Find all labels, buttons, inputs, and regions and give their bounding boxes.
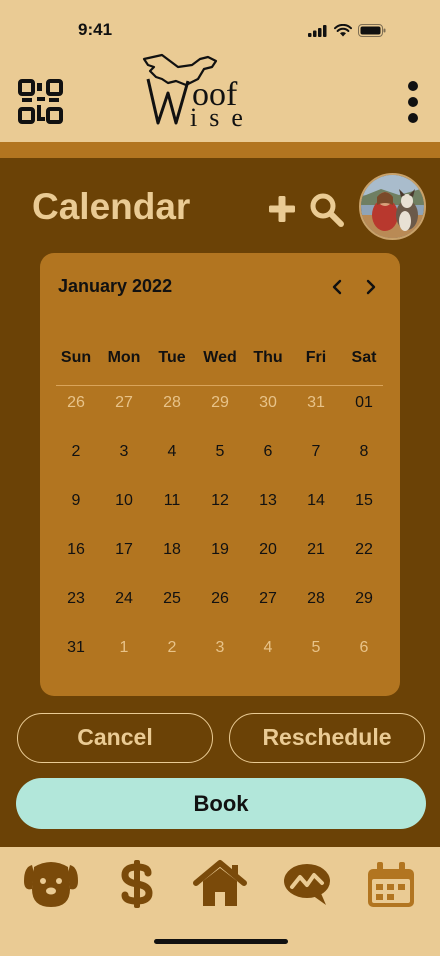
calendar-day[interactable]: 2 xyxy=(52,434,100,470)
status-time: 9:41 xyxy=(78,20,113,39)
page-title: Calendar xyxy=(32,186,191,227)
logo-text-ise: ise xyxy=(190,103,255,131)
calendar-day[interactable]: 3 xyxy=(100,434,148,470)
calendar-day-other-month[interactable]: 31 xyxy=(292,385,340,421)
calendar-day[interactable]: 14 xyxy=(292,483,340,519)
weekday-label: Tue xyxy=(158,349,186,366)
reschedule-button[interactable]: Reschedule xyxy=(229,713,425,763)
month-label: January 2022 xyxy=(58,276,173,296)
weekday-label: Fri xyxy=(305,349,327,366)
calendar-day[interactable]: 17 xyxy=(100,532,148,568)
weekday-label: Mon xyxy=(107,349,141,366)
calendar-day[interactable]: 21 xyxy=(292,532,340,568)
calendar-day[interactable]: 25 xyxy=(148,581,196,617)
weekday-label: Sun xyxy=(60,349,92,366)
calendar-day[interactable]: 9 xyxy=(52,483,100,519)
calendar-day-other-month[interactable]: 2 xyxy=(148,630,196,666)
calendar-day-other-month[interactable]: 1 xyxy=(100,630,148,666)
calendar-day[interactable]: 01 xyxy=(340,385,388,421)
book-button[interactable]: Book xyxy=(16,778,426,829)
calendar-day[interactable]: 22 xyxy=(340,532,388,568)
calendar-day[interactable]: 7 xyxy=(292,434,340,470)
calendar-icon[interactable] xyxy=(366,859,416,909)
calendar-day[interactable]: 23 xyxy=(52,581,100,617)
calendar-day-other-month[interactable]: 28 xyxy=(148,385,196,421)
calendar-day[interactable]: 4 xyxy=(148,434,196,470)
calendar-day-other-month[interactable]: 30 xyxy=(244,385,292,421)
battery-icon xyxy=(358,24,386,37)
calendar-day[interactable]: 16 xyxy=(52,532,100,568)
calendar-day[interactable]: 8 xyxy=(340,434,388,470)
home-icon[interactable] xyxy=(192,859,248,909)
calendar-day-other-month[interactable]: 3 xyxy=(196,630,244,666)
calendar-day[interactable]: 19 xyxy=(196,532,244,568)
weekday-header: Sun Mon Tue Wed Thu Fri Sat xyxy=(52,349,388,371)
more-vertical-icon[interactable] xyxy=(401,80,425,124)
calendar-day-other-month[interactable]: 5 xyxy=(292,630,340,666)
status-icons xyxy=(308,24,386,37)
calendar-day-other-month[interactable]: 6 xyxy=(340,630,388,666)
weekday-label: Sat xyxy=(351,349,377,366)
search-icon[interactable] xyxy=(309,192,345,228)
calendar-day[interactable]: 15 xyxy=(340,483,388,519)
calendar-day[interactable]: 24 xyxy=(100,581,148,617)
calendar-day-other-month[interactable]: 29 xyxy=(196,385,244,421)
status-bar: 9:41 xyxy=(0,0,440,50)
weekday-label: Thu xyxy=(253,349,283,366)
cancel-button[interactable]: Cancel xyxy=(17,713,213,763)
calendar-day[interactable]: 29 xyxy=(340,581,388,617)
home-indicator xyxy=(154,939,288,944)
chat-icon[interactable] xyxy=(282,859,332,909)
calendar-day[interactable]: 13 xyxy=(244,483,292,519)
qr-code-icon[interactable] xyxy=(18,79,63,124)
dollar-icon[interactable] xyxy=(118,859,156,909)
calendar-day[interactable]: 5 xyxy=(196,434,244,470)
calendar-day[interactable]: 12 xyxy=(196,483,244,519)
calendar-day[interactable]: 28 xyxy=(292,581,340,617)
calendar-day-other-month[interactable]: 27 xyxy=(100,385,148,421)
plus-icon[interactable] xyxy=(266,191,298,227)
tab-bar xyxy=(0,847,440,956)
chevron-left-icon[interactable] xyxy=(326,277,348,297)
calendar-card: January 2022 Sun Mon Tue Wed Thu Fri Sat… xyxy=(40,253,400,696)
calendar-day[interactable]: 26 xyxy=(196,581,244,617)
chevron-right-icon[interactable] xyxy=(360,277,382,297)
calendar-day[interactable]: 10 xyxy=(100,483,148,519)
logo-graphic: oof ise xyxy=(142,53,255,132)
calendar-day-other-month[interactable]: 4 xyxy=(244,630,292,666)
avatar-image xyxy=(361,175,424,238)
calendar-day[interactable]: 18 xyxy=(148,532,196,568)
avatar[interactable] xyxy=(359,173,426,240)
calendar-day[interactable]: 11 xyxy=(148,483,196,519)
dog-icon[interactable] xyxy=(22,859,80,909)
woof-wise-logo: oof ise xyxy=(140,53,284,132)
calendar-day-other-month[interactable]: 26 xyxy=(52,385,100,421)
weekday-label: Wed xyxy=(203,349,237,366)
calendar-day[interactable]: 27 xyxy=(244,581,292,617)
wifi-icon xyxy=(334,24,352,37)
calendar-day[interactable]: 6 xyxy=(244,434,292,470)
cellular-signal-icon xyxy=(308,24,327,37)
header-stripe xyxy=(0,142,440,158)
calendar-day[interactable]: 20 xyxy=(244,532,292,568)
app-header: oof ise xyxy=(0,50,440,142)
calendar-day[interactable]: 31 xyxy=(52,630,100,666)
